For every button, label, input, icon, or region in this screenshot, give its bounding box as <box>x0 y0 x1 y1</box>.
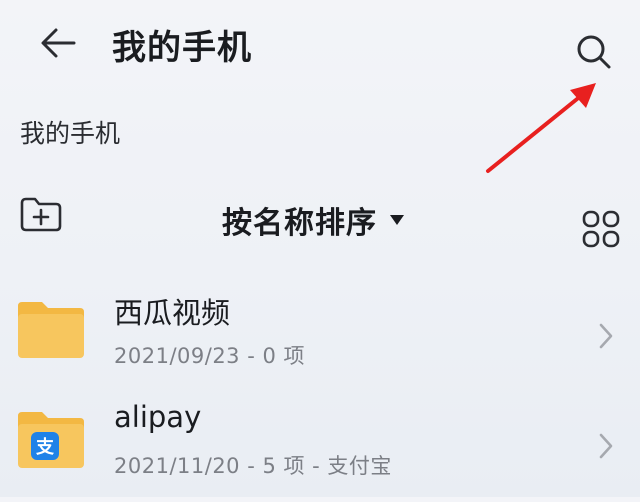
file-list-item[interactable]: 西瓜视频 2021/09/23 - 0 项 <box>0 282 640 392</box>
file-name: 西瓜视频 <box>114 296 231 330</box>
grid-view-icon <box>582 210 620 248</box>
new-folder-button[interactable] <box>18 195 64 235</box>
caret-down-icon <box>390 215 404 225</box>
arrow-left-icon <box>41 28 76 58</box>
back-button[interactable] <box>36 22 80 66</box>
file-meta: 2021/09/23 - 0 项 <box>114 344 306 368</box>
file-list-item[interactable]: 支 alipay 2021/11/20 - 5 项 - 支付宝 <box>0 392 640 502</box>
search-button[interactable] <box>572 30 616 74</box>
page-title: 我的手机 <box>112 28 252 68</box>
chevron-right-icon <box>599 323 613 349</box>
sort-label: 按名称排序 <box>222 206 377 241</box>
alipay-badge-glyph: 支 <box>35 436 55 458</box>
search-icon <box>577 35 611 69</box>
breadcrumb[interactable]: 我的手机 <box>20 114 120 150</box>
file-name: alipay <box>114 400 202 434</box>
chevron-right-icon <box>599 433 613 459</box>
folder-icon <box>18 302 84 358</box>
file-meta: 2021/11/20 - 5 项 - 支付宝 <box>114 454 392 478</box>
new-folder-icon <box>20 197 62 232</box>
sort-dropdown[interactable]: 按名称排序 <box>222 200 405 241</box>
annotation-arrow <box>486 83 596 173</box>
view-toggle-button[interactable] <box>580 208 622 250</box>
alipay-folder-icon: 支 <box>18 412 84 468</box>
